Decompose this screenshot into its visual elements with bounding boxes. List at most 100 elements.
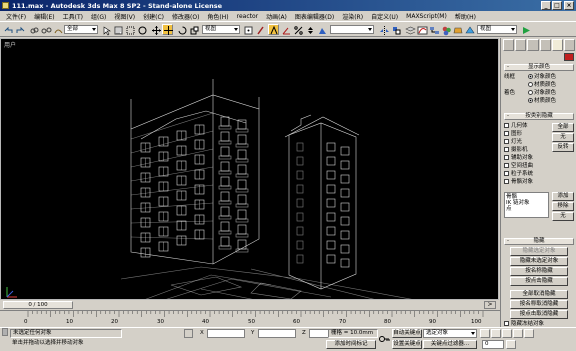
select-and-move-icon[interactable] <box>162 24 173 35</box>
material-editor-icon[interactable] <box>440 24 451 36</box>
maximize-button[interactable]: □ <box>552 1 562 10</box>
named-selection-icon[interactable] <box>316 24 327 35</box>
maxscript-listener-icon[interactable] <box>2 328 8 336</box>
time-slider-handle[interactable]: 0 / 100 <box>3 301 73 309</box>
perspective-viewport[interactable]: 用户 <box>0 38 499 300</box>
hide-selected-button[interactable]: 隐藏选定对象 <box>510 247 568 256</box>
lock-selection-icon[interactable] <box>184 329 193 338</box>
quick-render-icon[interactable] <box>464 24 475 35</box>
layer-manager-icon[interactable] <box>404 24 416 35</box>
color-swatch[interactable] <box>564 53 574 61</box>
time-config-icon[interactable] <box>506 340 516 349</box>
menu-help[interactable]: 帮助(H) <box>451 12 480 21</box>
menu-customize[interactable]: 自定义(U) <box>367 12 402 21</box>
y-coordinate-field[interactable] <box>258 329 296 338</box>
menu-tools[interactable]: 工具(T) <box>59 12 87 21</box>
list-item[interactable]: 点 <box>506 206 547 212</box>
hide-by-hit-button[interactable]: 按点击隐藏 <box>510 277 568 286</box>
named-selection-dropdown[interactable] <box>330 25 374 34</box>
tab-display[interactable] <box>551 39 563 51</box>
time-slider[interactable]: 0 / 100 > <box>0 300 500 310</box>
minimize-button[interactable]: _ <box>541 1 551 10</box>
select-by-name-icon[interactable] <box>112 24 123 35</box>
pan-icon[interactable] <box>540 340 551 351</box>
select-scale-icon[interactable] <box>188 24 199 35</box>
render-scene-icon[interactable] <box>452 24 463 35</box>
unhide-by-name-button[interactable]: 按名称取消隐藏 <box>510 300 568 309</box>
align-icon[interactable] <box>390 24 401 35</box>
category-list[interactable]: 骨骼 IK 链对象 点 <box>504 192 549 218</box>
category-helpers[interactable]: 辅助对象 <box>504 154 574 162</box>
menu-modifiers[interactable]: 修改器(O) <box>168 12 203 21</box>
rollout-header[interactable]: - 隐藏 <box>504 238 574 245</box>
arc-rotate-icon[interactable] <box>552 340 563 351</box>
list-none-button[interactable]: 无 <box>552 212 574 221</box>
zoom-icon[interactable] <box>540 329 551 340</box>
tab-create[interactable] <box>503 39 515 51</box>
invert-button[interactable]: 反转 <box>552 143 574 152</box>
unhide-all-button[interactable]: 全部取消隐藏 <box>510 290 568 299</box>
prev-frame-icon[interactable] <box>491 329 501 338</box>
current-frame-field[interactable]: 0 <box>482 340 504 349</box>
menu-rendering[interactable]: 渲染(R) <box>338 12 367 21</box>
zoom-all-icon[interactable] <box>552 329 563 340</box>
menu-views[interactable]: 视图(V) <box>110 12 139 21</box>
render-last-icon[interactable] <box>520 24 531 35</box>
next-frame-icon[interactable]: > <box>484 301 496 309</box>
key-icon[interactable] <box>378 330 390 348</box>
menu-create[interactable]: 创建(C) <box>139 12 168 21</box>
add-button[interactable]: 添加 <box>552 192 574 201</box>
angle-snap-icon[interactable] <box>280 24 291 35</box>
set-key-button[interactable]: 设置关键点 <box>392 340 422 349</box>
menu-file[interactable]: 文件(F) <box>2 12 30 21</box>
unhide-by-hit-button[interactable]: 按点击取消隐藏 <box>510 310 568 319</box>
pivot-center-icon[interactable] <box>242 24 253 35</box>
menu-graph-editors[interactable]: 图表编辑器(D) <box>291 12 338 21</box>
schematic-view-icon[interactable] <box>428 24 439 35</box>
window-crossing-icon[interactable] <box>136 24 147 35</box>
mirror-icon[interactable] <box>378 24 389 35</box>
key-filters-button[interactable]: 关键点过滤器... <box>423 340 477 349</box>
tab-utilities[interactable] <box>563 39 576 51</box>
tab-motion[interactable] <box>539 39 551 51</box>
rollout-header[interactable]: - 显示颜色 <box>504 64 574 71</box>
remove-button[interactable]: 移除 <box>552 202 574 211</box>
shaded-object-color-radio[interactable]: 对象颜色 <box>528 89 556 97</box>
select-move-icon[interactable] <box>150 24 161 35</box>
curve-editor-icon[interactable] <box>416 24 428 35</box>
next-key-icon[interactable] <box>513 329 523 338</box>
menu-edit[interactable]: 编辑(E) <box>30 12 58 21</box>
menu-group[interactable]: 组(G) <box>87 12 110 21</box>
play-icon[interactable] <box>502 329 512 338</box>
unlink-icon[interactable] <box>40 24 52 35</box>
close-button[interactable]: × <box>564 1 574 10</box>
selection-filter-dropdown[interactable]: 全部 <box>64 25 98 34</box>
wire-material-color-radio[interactable]: 材质颜色 <box>528 81 556 89</box>
auto-key-button[interactable]: 自动关键点 <box>392 329 422 338</box>
menu-maxscript[interactable]: MAXScript(M) <box>402 13 451 20</box>
spinner-snap-icon[interactable] <box>304 24 315 35</box>
goto-start-icon[interactable] <box>480 329 490 338</box>
hide-unselected-button[interactable]: 隐藏未选定对象 <box>510 257 568 266</box>
menu-animation[interactable]: 动画(A) <box>262 12 291 21</box>
wire-object-color-radio[interactable]: 对象颜色 <box>528 73 556 81</box>
reference-coord-dropdown[interactable]: 视图 <box>202 25 240 34</box>
shaded-material-color-radio[interactable]: 材质颜色 <box>528 97 556 105</box>
menu-reactor[interactable]: reactor <box>233 13 263 20</box>
category-spacewarps[interactable]: 空间扭曲 <box>504 162 574 170</box>
tab-hierarchy[interactable] <box>527 39 539 51</box>
undo-icon[interactable] <box>2 24 13 35</box>
category-particle-systems[interactable]: 粒子系统 <box>504 170 574 178</box>
goto-end-icon[interactable] <box>524 329 534 338</box>
tab-modify[interactable] <box>515 39 527 51</box>
x-coordinate-field[interactable] <box>207 329 245 338</box>
menu-character[interactable]: 角色(H) <box>203 12 232 21</box>
snap-toggle-icon[interactable] <box>268 24 279 35</box>
all-button[interactable]: 全部 <box>552 123 574 132</box>
track-bar[interactable]: 0 10 20 30 40 50 60 70 80 90 100 <box>0 310 500 327</box>
category-bone-objects[interactable]: 骨骼对象 <box>504 178 574 186</box>
redo-icon[interactable] <box>14 24 25 35</box>
key-mode-dropdown[interactable]: 选定对象 <box>423 329 477 338</box>
hide-by-name-button[interactable]: 按名称隐藏 <box>510 267 568 276</box>
select-rotate-icon[interactable] <box>176 24 187 35</box>
